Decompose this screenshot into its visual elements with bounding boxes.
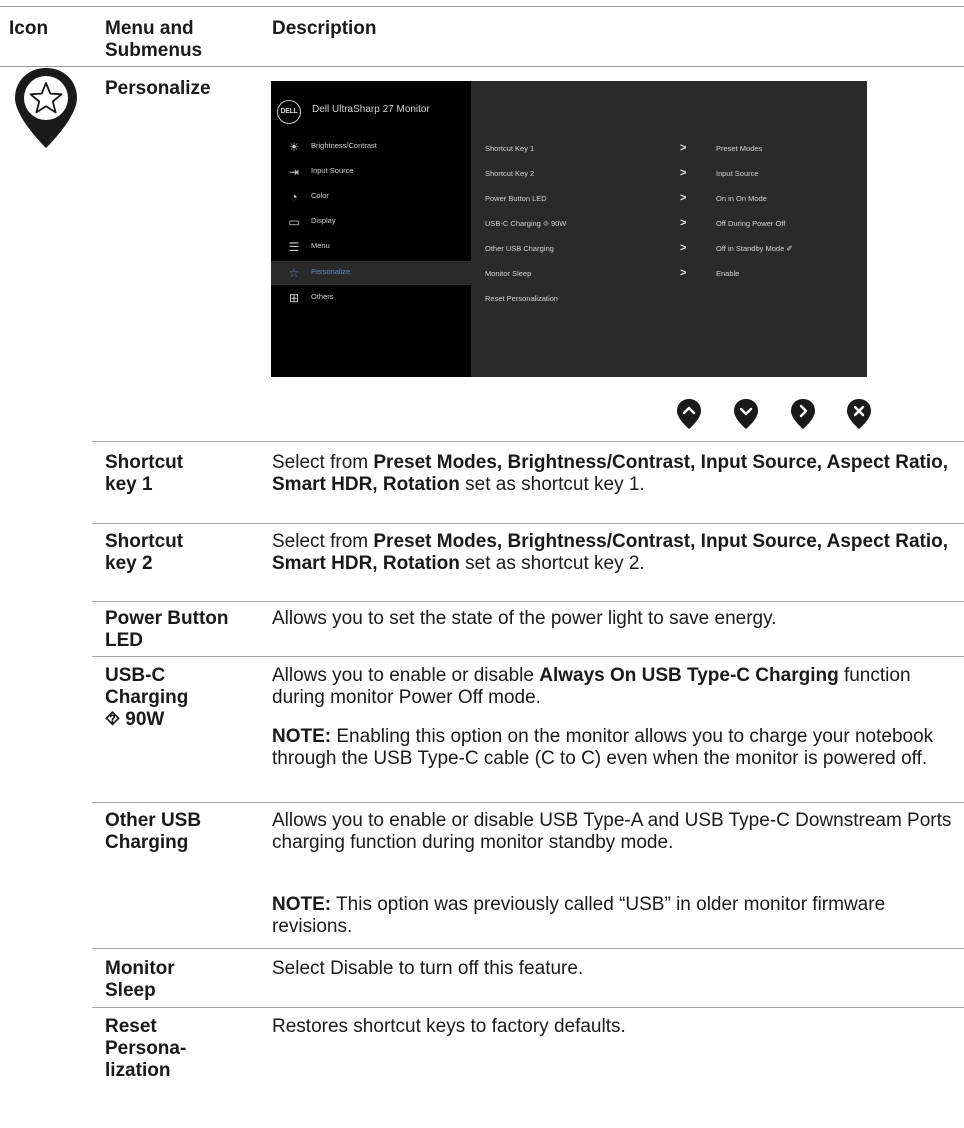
chevron-right-icon: >	[680, 217, 687, 229]
osd-menu-display[interactable]: ▭ Display	[271, 210, 471, 234]
submenu-monitor-sleep: Monitor Sleep	[105, 958, 175, 1001]
osd-option-label[interactable]: Power Button LED	[485, 194, 547, 203]
usb-charging-icon: ⯑	[105, 709, 121, 730]
osd-option-value: Off During Power Off	[716, 219, 786, 228]
down-icon	[734, 399, 758, 429]
others-icon: ⊞	[288, 291, 300, 305]
row-divider	[92, 1007, 964, 1008]
osd-menu-brightness[interactable]: ☀ Brightness/Contrast	[271, 135, 471, 159]
chevron-right-icon: >	[680, 142, 687, 154]
osd-option-label[interactable]: USB-C Charging ⯑ 90W	[485, 219, 566, 229]
palette-icon: ◔	[290, 190, 298, 204]
menu-icon: ☰	[288, 240, 300, 254]
osd-menu-menu[interactable]: ☰ Menu	[271, 235, 471, 259]
submenu-power-button-led: Power Button LED	[105, 608, 229, 651]
header-icon: Icon	[9, 18, 49, 39]
osd-screen: DELL Dell UltraSharp 27 Monitor ☀ Bright…	[271, 81, 867, 377]
personalize-star-icon	[15, 68, 77, 148]
input-icon: ⇥	[288, 165, 300, 179]
osd-menu-input-source[interactable]: ⇥ Input Source	[271, 160, 471, 184]
osd-option-label[interactable]: Monitor Sleep	[485, 269, 531, 278]
chevron-right-icon: >	[680, 192, 687, 204]
description-shortcut-key-1: Select from Preset Modes, Brightness/Con…	[272, 452, 949, 495]
row-divider	[92, 656, 964, 657]
row-divider	[92, 948, 964, 949]
row-divider	[92, 441, 964, 442]
sun-icon: ☀	[288, 140, 300, 154]
description-shortcut-key-2: Select from Preset Modes, Brightness/Con…	[272, 531, 949, 574]
description-monitor-sleep: Select Disable to turn off this feature.	[272, 958, 584, 979]
osd-option-value: Enable	[716, 269, 740, 278]
dell-logo: DELL	[277, 100, 301, 124]
close-icon	[847, 399, 871, 429]
description-power-button-led: Allows you to set the state of the power…	[272, 608, 777, 629]
right-icon	[791, 399, 815, 429]
submenu-shortcut-key-2: Shortcut key 2	[105, 531, 184, 574]
top-rule	[0, 6, 964, 7]
chevron-right-icon: >	[680, 267, 687, 279]
note-usb-c-charging: NOTE: Enabling this option on the monito…	[272, 726, 934, 769]
osd-menu-others[interactable]: ⊞ Others	[271, 286, 471, 310]
osd-title: Dell UltraSharp 27 Monitor	[312, 104, 430, 115]
submenu-usb-c-charging: USB-C Charging ⯑ 90W	[105, 665, 189, 730]
row-divider	[92, 523, 964, 524]
osd-options-panel	[471, 81, 867, 377]
osd-menu-color[interactable]: ◔ Color	[271, 185, 471, 209]
osd-option-value: Input Source	[716, 169, 759, 178]
osd-option-label[interactable]: Other USB Charging	[485, 244, 554, 253]
description-other-usb-charging: Allows you to enable or disable USB Type…	[272, 810, 952, 853]
submenu-shortcut-key-1: Shortcut key 1	[105, 452, 184, 495]
osd-option-label[interactable]: Reset Personalization	[485, 294, 558, 303]
header-description: Description	[272, 18, 377, 39]
header-menu: Menu and Submenus	[105, 18, 203, 61]
description-reset-personalization: Restores shortcut keys to factory defaul…	[272, 1016, 626, 1037]
description-usb-c-charging: Allows you to enable or disable Always O…	[272, 665, 911, 708]
chevron-right-icon: >	[680, 242, 687, 254]
display-icon: ▭	[288, 215, 300, 229]
row-divider	[92, 601, 964, 602]
osd-menu-personalize[interactable]: ☆ Personalize	[271, 261, 471, 285]
note-other-usb-charging: NOTE: This option was previously called …	[272, 894, 886, 937]
row-divider	[92, 802, 964, 803]
header-rule	[0, 66, 964, 67]
submenu-reset-personalization: Reset Persona-lization	[105, 1016, 187, 1081]
chevron-right-icon: >	[680, 167, 687, 179]
osd-option-value: On in On Mode	[716, 194, 767, 203]
osd-option-label[interactable]: Shortcut Key 1	[485, 144, 534, 153]
menu-title: Personalize	[105, 78, 211, 99]
osd-option-label[interactable]: Shortcut Key 2	[485, 169, 534, 178]
submenu-other-usb-charging: Other USB Charging	[105, 810, 202, 853]
up-icon	[677, 399, 701, 429]
star-icon: ☆	[288, 266, 300, 280]
osd-option-value: Off in Standby Mode ✐	[716, 244, 793, 253]
osd-option-value: Preset Modes	[716, 144, 763, 153]
